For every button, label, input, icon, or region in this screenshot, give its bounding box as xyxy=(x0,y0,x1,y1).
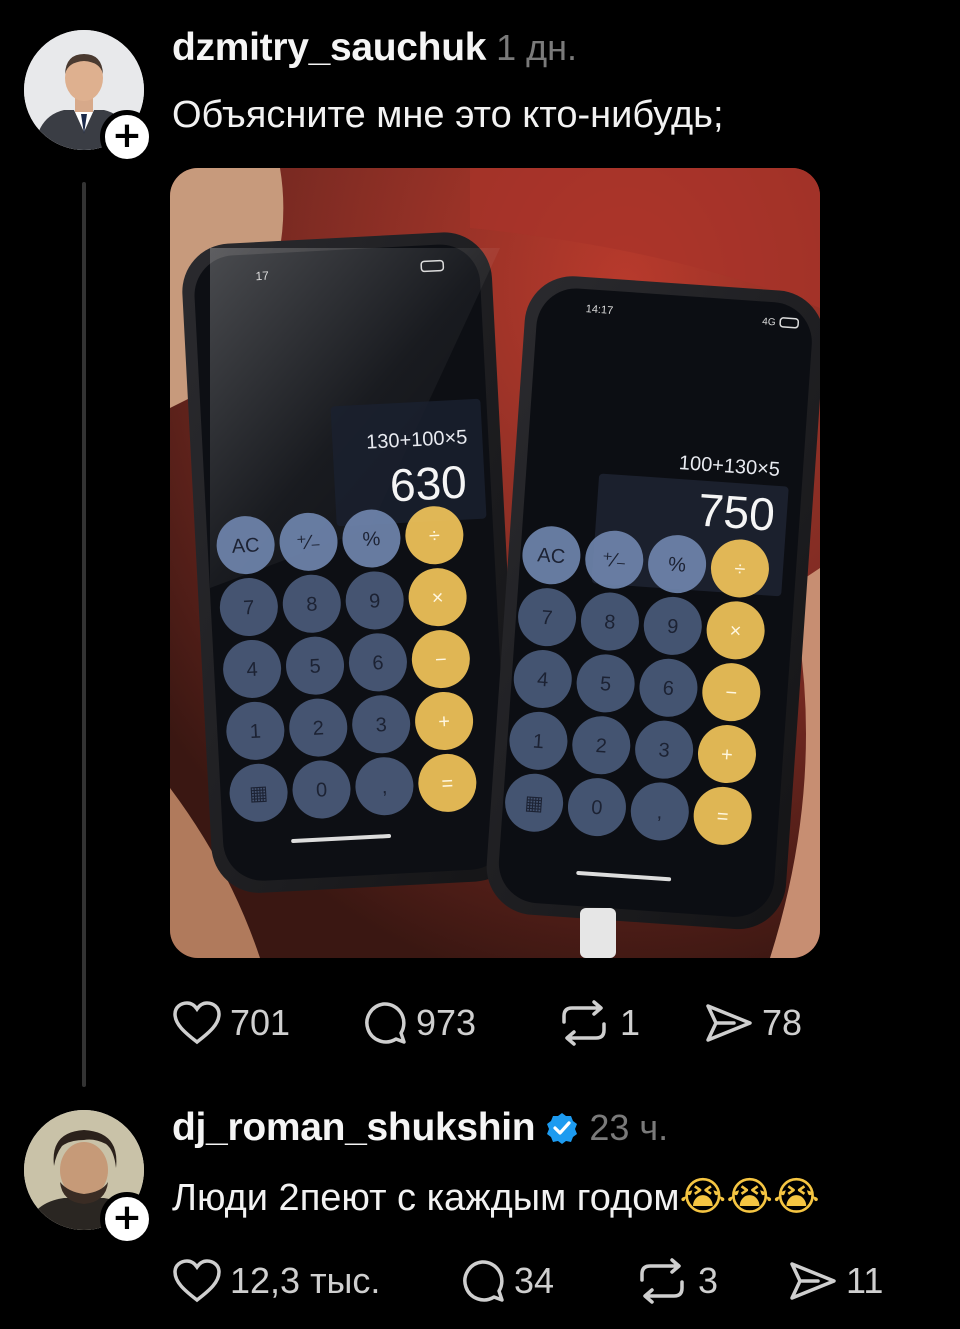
heart-icon xyxy=(173,1001,221,1045)
calc-key-label: 6 xyxy=(662,677,675,700)
calc-key-label: 2 xyxy=(312,717,324,740)
reply-header: dj_roman_shukshin 23 ч. xyxy=(172,1106,668,1150)
reply-text: Люди 2пеют с каждым годом xyxy=(172,1177,680,1219)
calc-key-label: % xyxy=(362,528,381,551)
calc-key-label: AC xyxy=(231,534,260,557)
calc-key-label: 5 xyxy=(599,673,612,696)
calc-key-label: , xyxy=(381,776,388,798)
calc-key-label: 0 xyxy=(315,779,327,802)
follow-plus-icon[interactable]: + xyxy=(100,1192,154,1246)
calc-key-label: 5 xyxy=(309,655,321,678)
like-count: 701 xyxy=(230,1002,291,1043)
post-username[interactable]: dzmitry_sauchuk xyxy=(172,26,486,69)
post-text: Объясните мне это кто-нибудь; xyxy=(172,94,724,136)
heart-icon xyxy=(173,1259,221,1303)
calc-key-label: ⁺∕₋ xyxy=(296,531,322,554)
calc-key-label: 1 xyxy=(532,730,545,753)
calc-key-label: 8 xyxy=(604,611,617,634)
reply-repost-count: 3 xyxy=(698,1260,719,1301)
calc-key-label: = xyxy=(716,805,729,828)
reply-like-count: 12,3 тыс. xyxy=(230,1260,381,1301)
thread-line xyxy=(82,182,86,1087)
reply-repost-button[interactable]: 3 xyxy=(634,1258,788,1304)
repost-count: 1 xyxy=(620,1002,641,1043)
right-result: 750 xyxy=(696,483,776,540)
calc-key-label: 4 xyxy=(536,669,549,692)
post-image[interactable]: 17 130+100×5 630 AC ⁺∕₋% ÷ 7 8 9 × 4 5 6−1 2 3 + ▦ 0, =… xyxy=(170,168,820,958)
calc-key-label: 7 xyxy=(243,597,255,620)
comment-button[interactable]: 973 xyxy=(360,1000,556,1046)
calc-key-label: × xyxy=(431,587,444,610)
right-network: 4G xyxy=(762,316,776,328)
verified-badge-icon xyxy=(547,1113,578,1144)
calc-key-label: 6 xyxy=(372,652,384,675)
reply-actions: 12,3 тыс. 34 3 11 xyxy=(172,1258,883,1304)
calc-key-label: ÷ xyxy=(428,525,440,548)
calc-key-label: 0 xyxy=(591,797,604,820)
comment-count: 973 xyxy=(416,1002,477,1043)
reply-text-row: Люди 2пеют с каждым годом😭😭😭 xyxy=(172,1174,820,1220)
reply-comment-count: 34 xyxy=(514,1260,555,1301)
calc-key-label: − xyxy=(725,682,738,705)
crying-emoji-icon: 😭😭😭 xyxy=(679,1174,820,1220)
calc-key-label: 1 xyxy=(249,721,261,744)
send-icon xyxy=(706,1004,752,1042)
calc-key-label: × xyxy=(729,620,742,643)
share-button[interactable]: 78 xyxy=(704,1000,802,1046)
calc-key-label: + xyxy=(438,711,451,734)
calc-key-label: 4 xyxy=(246,659,258,682)
follow-plus-icon[interactable]: + xyxy=(100,110,154,164)
calc-key-label: = xyxy=(441,773,454,796)
left-status-time: 17 xyxy=(255,269,269,284)
calc-key-label: 9 xyxy=(369,590,381,613)
repost-button[interactable]: 1 xyxy=(556,1000,704,1046)
left-result: 630 xyxy=(389,456,468,512)
reply-like-button[interactable]: 12,3 тыс. xyxy=(172,1258,458,1304)
repost-icon xyxy=(640,1258,684,1304)
calc-key-label: AC xyxy=(537,544,566,568)
calc-key-label: 7 xyxy=(541,607,554,630)
post-time: 1 дн. xyxy=(496,27,578,68)
post-actions: 701 973 1 78 xyxy=(172,1000,802,1046)
calc-key-label: ▦ xyxy=(524,792,544,815)
send-icon xyxy=(790,1262,836,1300)
calc-key-label: ÷ xyxy=(734,558,747,581)
calc-key-label: 2 xyxy=(595,735,608,758)
calc-key-label: ▦ xyxy=(249,782,269,805)
share-count: 78 xyxy=(762,1002,803,1043)
post-header: dzmitry_sauchuk 1 дн. xyxy=(172,26,577,70)
reply-time: 23 ч. xyxy=(589,1107,669,1148)
comment-bubble-icon xyxy=(463,1260,504,1302)
reply-username[interactable]: dj_roman_shukshin xyxy=(172,1106,536,1150)
calc-key-label: − xyxy=(434,649,447,672)
calc-key-label: ⁺∕₋ xyxy=(601,549,627,573)
reply-comment-button[interactable]: 34 xyxy=(458,1258,634,1304)
calc-key-label: 3 xyxy=(375,714,387,737)
reply-share-count: 11 xyxy=(846,1260,884,1301)
calc-key-label: + xyxy=(720,744,733,767)
calc-key-label: 3 xyxy=(658,739,671,762)
calc-key-label: 9 xyxy=(666,616,679,639)
calc-key-label: 8 xyxy=(306,593,318,616)
calculator-phones-photo: 17 130+100×5 630 AC ⁺∕₋% ÷7 8 9 ×4 5 6 −1 2 3 +▦ 0, =… xyxy=(170,168,820,958)
repost-icon xyxy=(562,1000,606,1046)
calc-key-label: % xyxy=(667,553,686,576)
reply-share-button[interactable]: 11 xyxy=(788,1258,883,1304)
right-status-time: 14:17 xyxy=(585,303,613,317)
like-button[interactable]: 701 xyxy=(172,1000,360,1046)
comment-bubble-icon xyxy=(365,1002,406,1044)
